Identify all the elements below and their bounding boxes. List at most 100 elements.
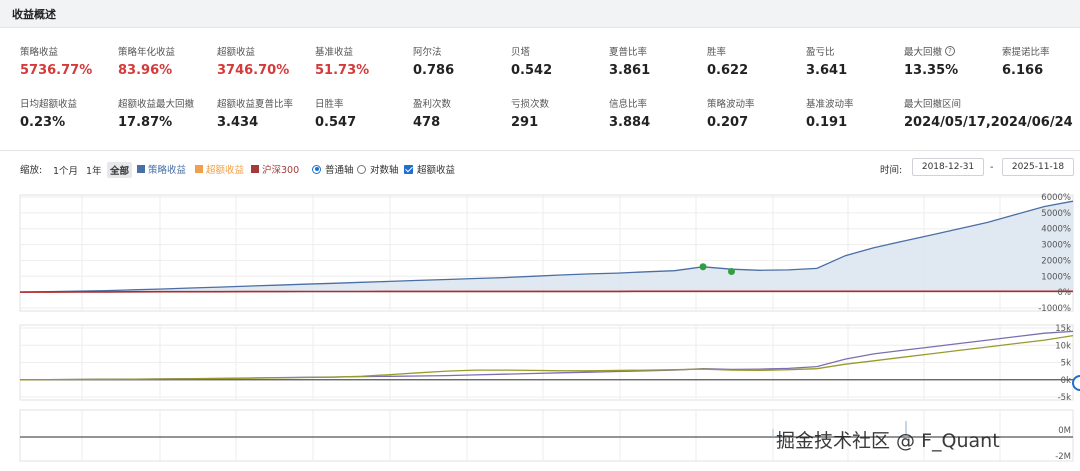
y-tick-label: 0M (1058, 426, 1071, 436)
metric-label: 夏普比率 (609, 44, 705, 58)
metric-item: 贝塔 0.542 (511, 44, 607, 78)
help-icon[interactable]: ? (945, 46, 956, 56)
legend-hs300-label: 沪深300 (262, 165, 300, 176)
y-tick-label: -2M (1055, 452, 1071, 462)
metric-label-text: 日胜率 (315, 99, 344, 110)
metric-value: 0.622 (707, 63, 749, 78)
excess-checkbox-label: 超额收益 (417, 165, 456, 176)
zoom-all-button[interactable]: 全部 (107, 162, 133, 178)
legend-excess-label: 超额收益 (206, 165, 245, 176)
metric-label: 日均超额收益 (20, 96, 116, 110)
metric-value: 0.207 (707, 115, 749, 130)
zoom-1-year-button[interactable]: 1年 (83, 162, 105, 178)
metric-label-text: 索提诺比率 (1002, 47, 1050, 58)
start-date-input[interactable]: 2018-12-31 (912, 158, 984, 176)
y-tick-label: 0k (1061, 376, 1071, 386)
metric-label: 盈利次数 (413, 96, 509, 110)
metric-label-text: 超额收益 (217, 47, 256, 58)
zoom-1-month-button[interactable]: 1个月 (50, 162, 81, 178)
normal-axis-radio-dot (312, 164, 321, 174)
metric-item: 盈利次数 478 (413, 96, 509, 130)
metric-label-text: 策略年化收益 (118, 47, 176, 58)
log-axis-radio[interactable]: 对数轴 (357, 162, 399, 176)
metric-label-text: 基准波动率 (806, 99, 854, 110)
metric-value: 3.434 (217, 115, 259, 130)
metric-label: 索提诺比率 (1002, 44, 1080, 58)
metric-label: 基准收益 (315, 44, 411, 58)
time-label: 时间: (880, 165, 903, 176)
metric-item: 阿尔法 0.786 (413, 44, 509, 78)
y-tick-label: 4000% (1041, 225, 1071, 235)
metric-label-text: 日均超额收益 (20, 99, 78, 110)
metric-label: 日胜率 (315, 96, 411, 110)
metric-value: 0.547 (315, 115, 357, 130)
metric-item: 亏损次数 291 (511, 96, 607, 130)
metric-item: 日均超额收益 0.23% (20, 96, 116, 130)
legend-hs300-swatch (251, 165, 259, 173)
metric-value: 51.73% (315, 63, 370, 78)
metric-label: 阿尔法 (413, 44, 509, 58)
y-tick-label: -5k (1058, 393, 1071, 403)
metric-label: 盈亏比 (806, 44, 902, 58)
legend-excess-swatch (195, 165, 203, 173)
log-axis-label: 对数轴 (370, 165, 399, 176)
metric-item: 夏普比率 3.861 (609, 44, 705, 78)
metric-value: 0.23% (20, 115, 66, 130)
metric-label: 策略收益 (20, 44, 116, 58)
metric-label-text: 贝塔 (511, 47, 531, 58)
normal-axis-radio[interactable]: 普通轴 (312, 162, 354, 176)
metric-value: 3.641 (806, 63, 848, 78)
metric-label-text: 信息比率 (609, 99, 648, 110)
end-date-input[interactable]: 2025-11-18 (1002, 158, 1074, 176)
metric-label: 超额收益 (217, 44, 313, 58)
metric-label: 亏损次数 (511, 96, 607, 110)
scroll-handle (1072, 375, 1080, 391)
metric-label-text: 基准收益 (315, 47, 354, 58)
metric-item: 胜率 0.622 (707, 44, 803, 78)
metric-label-text: 最大回撤区间 (904, 99, 962, 110)
metric-item: 最大回撤区间 2024/05/17,2024/06/24 (904, 96, 1074, 130)
log-axis-radio-dot (357, 164, 366, 174)
metric-value: 478 (413, 115, 441, 130)
legend-strategy-swatch (137, 165, 145, 173)
metric-item: 策略收益 5736.77% (20, 44, 116, 78)
legend-strategy-label: 策略收益 (148, 165, 187, 176)
metric-value: 3.861 (609, 63, 651, 78)
metric-label: 基准波动率 (806, 96, 902, 110)
metric-value: 6.166 (1002, 63, 1044, 78)
strategy-area (20, 201, 1073, 293)
legend-hs300[interactable]: 沪深300 (251, 162, 299, 176)
metric-value: 17.87% (118, 115, 173, 130)
watermark-text: 掘金技术社区 @ F_Quant (776, 430, 1000, 452)
metric-label-text: 策略波动率 (707, 99, 755, 110)
metric-value: 0.786 (413, 63, 455, 78)
charts-area[interactable]: 6000% 5000% 4000% 3000% 2000% 1000% 0% -1000% 15… (0, 185, 1080, 471)
y-tick-label: 1000% (1041, 272, 1071, 282)
y-tick-label: -1000% (1038, 304, 1071, 314)
y-tick-label: 2000% (1041, 256, 1071, 266)
metric-item: 信息比率 3.884 (609, 96, 705, 130)
chart-toolbar: 缩放: 1个月 1年 全部 策略收益 超额收益 沪深300 普通轴 对数轴 超额… (0, 158, 1080, 180)
strategy-return-chart (19, 200, 1074, 293)
metric-item: 日胜率 0.547 (315, 96, 411, 130)
normal-axis-label: 普通轴 (325, 165, 354, 176)
metric-label: 信息比率 (609, 96, 705, 110)
zoom-label: 缩放: (20, 165, 43, 176)
metrics-grid: 策略收益 5736.77% 策略年化收益 83.96% 超额收益 3746.70% 基准收益… (0, 28, 1080, 150)
metric-item: 盈亏比 3.641 (806, 44, 902, 78)
metric-value: 13.35% (904, 63, 959, 78)
legend-excess[interactable]: 超额收益 (195, 162, 244, 176)
date-separator: - (990, 162, 994, 173)
metric-item: 基准收益 51.73% (315, 44, 411, 78)
metric-item: 基准波动率 0.191 (806, 96, 902, 130)
metric-value: 291 (511, 115, 539, 130)
drawdown-marker (727, 268, 735, 276)
metric-label: 胜率 (707, 44, 803, 58)
metric-value: 0.191 (806, 115, 848, 130)
chart-grid (19, 194, 1074, 462)
metric-label-text: 胜率 (707, 47, 727, 58)
metric-value: 3746.70% (217, 63, 290, 78)
excess-checkbox[interactable]: 超额收益 (404, 162, 455, 176)
metric-value: 0.542 (511, 63, 553, 78)
legend-strategy[interactable]: 策略收益 (137, 162, 186, 176)
